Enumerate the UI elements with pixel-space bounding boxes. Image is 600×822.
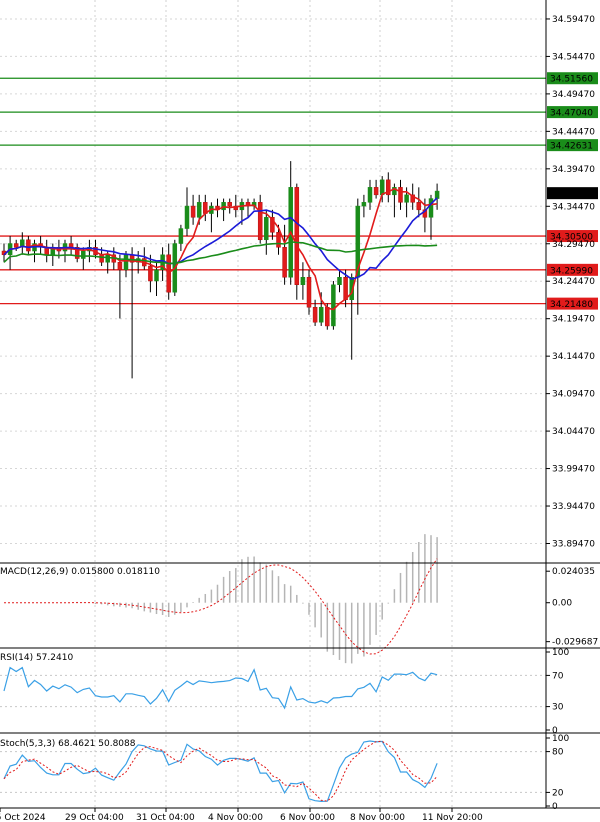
price-tick-label: 34.14470: [552, 352, 595, 362]
time-label: 29 Oct 04:00: [65, 813, 124, 822]
trading-chart: 34.5156034.4704034.4263134.3050034.25990…: [0, 0, 600, 822]
stoch-tick-label: 20: [552, 788, 564, 798]
axis-labels: 25 Oct 2024 29 Oct 04:00 31 Oct 04:00 4 Nov…: [0, 15, 598, 822]
candle-body: [184, 205, 190, 229]
price-tick-label: 34.34470: [552, 202, 595, 212]
candle-body: [227, 202, 232, 207]
candle-body: [294, 187, 300, 285]
price-tick-label: 34.39470: [552, 165, 595, 175]
level-tag-label: 34.42631: [550, 142, 593, 152]
candle-body: [367, 187, 373, 203]
candle-body: [81, 250, 86, 259]
stoch-panel: 100 80 20 0 Stoch(5,3,3) 68.4621 50.8088: [0, 734, 569, 812]
candle-body: [343, 277, 348, 300]
candle-body: [117, 262, 123, 271]
time-label: 31 Oct 04:00: [136, 813, 195, 822]
price-tick-label: 34.04470: [552, 427, 595, 437]
candle-body: [416, 202, 422, 211]
candle-body: [300, 277, 306, 285]
current-price-label: 34.36223: [550, 190, 593, 200]
rsi-line: [3, 666, 438, 710]
candle-body: [361, 202, 367, 207]
moving-averages: [3, 187, 438, 311]
price-tick-label: 34.24470: [552, 277, 595, 287]
candle-body: [331, 284, 336, 327]
macd-tick-label: 0.024035: [552, 567, 595, 577]
candle-body: [105, 254, 110, 263]
macd-label: MACD(12,26,9) 0.015800 0.018110: [0, 567, 160, 577]
candle-body: [306, 277, 312, 308]
candle-body: [123, 254, 129, 271]
level-tag-label: 34.47040: [550, 109, 593, 119]
rsi-panel: 10070300RSI(14) 57.2410: [0, 648, 569, 736]
price-tick-label: 33.89470: [552, 539, 595, 549]
price-tick-label: 34.59470: [552, 15, 595, 25]
price-tick-label: 34.44470: [552, 127, 595, 137]
candle-body: [276, 232, 281, 248]
candle-body: [196, 202, 202, 218]
candle-body: [373, 187, 379, 196]
candle-body: [282, 247, 287, 278]
time-label: 6 Nov 00:00: [280, 813, 335, 822]
time-label: 25 Oct 2024: [0, 813, 46, 822]
panel-frames: [0, 0, 600, 809]
level-tag-label: 34.21480: [550, 300, 593, 310]
candle-body: [398, 187, 403, 203]
macd-tick-label: 0.00: [552, 599, 572, 609]
candle-body: [264, 217, 269, 241]
candle-body: [325, 306, 330, 327]
rsi-tick-label: 30: [552, 703, 564, 713]
level-tag-label: 34.51560: [550, 75, 593, 85]
price-tick-label: 33.94470: [552, 502, 595, 512]
candle-body: [312, 306, 318, 323]
rsi-tick-label: 70: [552, 671, 564, 681]
time-label: 11 Nov 20:00: [422, 813, 483, 822]
candle-body: [434, 190, 440, 199]
stoch-tick-label: 0: [552, 802, 558, 812]
candle-body: [404, 194, 409, 203]
price-tick-label: 34.09470: [552, 390, 595, 400]
time-label: 8 Nov 00:00: [350, 813, 405, 822]
candle-body: [99, 254, 104, 263]
grid-lines: [0, 0, 546, 808]
level-tag-label: 34.25990: [550, 266, 593, 276]
candle-body: [13, 243, 19, 248]
candle-body: [26, 239, 31, 252]
stoch-label: Stoch(5,3,3) 68.4621 50.8088: [0, 739, 136, 749]
candle-body: [379, 179, 385, 196]
rsi-label: RSI(14) 57.2410: [0, 653, 73, 663]
rsi-tick-label: 100: [552, 648, 569, 658]
time-label: 4 Nov 00:00: [208, 813, 263, 822]
candle-body: [154, 269, 159, 282]
macd-tick-label: -0.029687: [552, 638, 598, 648]
price-tick-label: 34.19470: [552, 315, 595, 325]
candle-body: [178, 228, 184, 244]
candle-body: [190, 205, 196, 218]
moving-average-line: [3, 197, 438, 280]
candle-body: [318, 306, 324, 323]
price-tick-label: 34.29470: [552, 240, 595, 250]
candle-body: [337, 277, 342, 285]
price-tick-label: 34.49470: [552, 90, 595, 100]
stoch-tick-label: 80: [552, 748, 564, 758]
price-tick-label: 34.54470: [552, 52, 595, 62]
candle-body: [257, 202, 263, 241]
candle-body: [148, 265, 153, 282]
candle-body: [68, 243, 74, 248]
macd-panel: 0.024035 0.00 -0.029687 MACD(12,26,9) 0.015…: [0, 534, 598, 664]
price-tick-label: 33.99470: [552, 465, 595, 475]
stoch-tick-label: 100: [552, 734, 569, 744]
